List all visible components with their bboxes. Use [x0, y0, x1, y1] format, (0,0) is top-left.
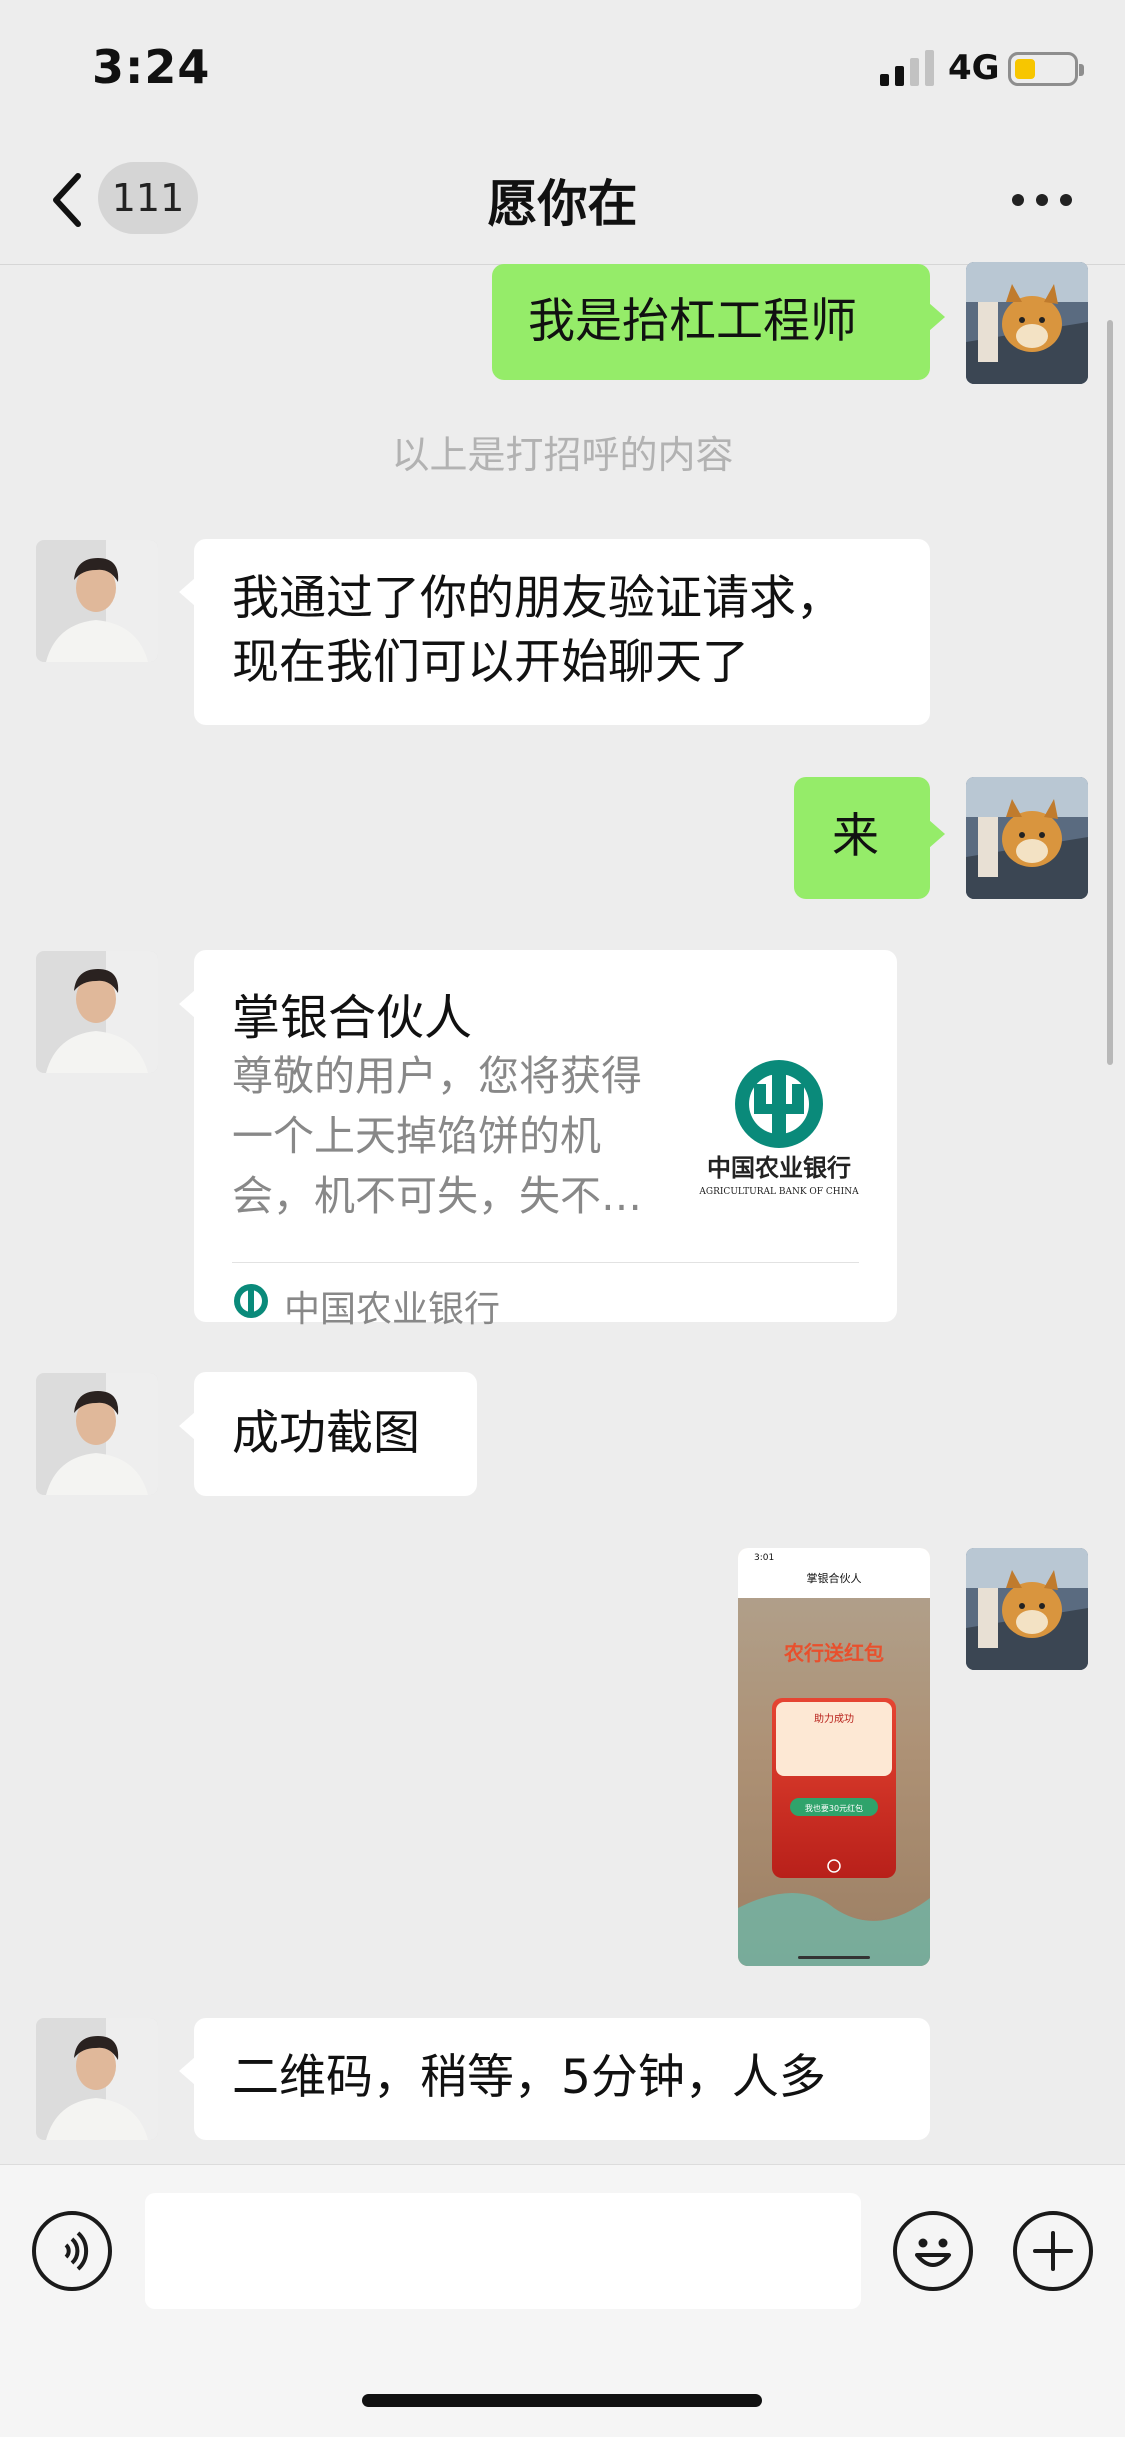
message-bubble[interactable]: 我是抬杠工程师 — [492, 264, 930, 380]
card-desc-line: 一个上天掉馅饼的机 — [232, 1112, 601, 1160]
message-input[interactable] — [145, 2193, 861, 2309]
status-time: 3:24 — [92, 40, 211, 94]
chat-title: 愿你在 — [487, 175, 638, 233]
card-desc-line: 尊敬的用户，您将获得 — [232, 1052, 642, 1100]
contact-photo — [36, 1373, 158, 1495]
contact-photo — [36, 2018, 158, 2140]
more-dots-icon[interactable] — [1012, 194, 1072, 208]
network-type: 4G — [948, 48, 1000, 88]
scrollbar[interactable] — [1107, 320, 1113, 1065]
signal-icon — [880, 50, 934, 86]
divider — [232, 1262, 859, 1263]
card-source: 中国农业银行 — [284, 1289, 501, 1330]
message-text: 来 — [832, 809, 879, 864]
voice-input-icon[interactable] — [32, 2211, 112, 2291]
bank-logo: 中国农业银行 AGRICULTURAL BANK OF CHINA — [694, 1060, 864, 1200]
home-indicator[interactable] — [362, 2394, 762, 2407]
message-text: 成功截图 — [232, 1406, 420, 1461]
dog-photo — [966, 262, 1088, 384]
shot-popup-button: 我也要30元红包 — [805, 1803, 863, 1813]
chat-header: 111 愿你在 — [0, 140, 1125, 265]
link-card[interactable]: 掌银合伙人 尊敬的用户，您将获得 一个上天掉馅饼的机 会，机不可失，失不… 中国… — [194, 950, 897, 1330]
contact-photo — [36, 540, 158, 662]
screenshot-image[interactable]: 3:01 掌银合伙人 农行送红包 助力成功 我也要30元红包 — [738, 1548, 930, 1966]
shot-title: 掌银合伙人 — [807, 1571, 862, 1585]
my-avatar[interactable] — [966, 1548, 1088, 1670]
message-bubble[interactable]: 成功截图 — [194, 1372, 477, 1496]
message-bubble[interactable]: 我通过了你的朋友验证请求， 现在我们可以开始聊天了 — [194, 539, 930, 725]
message-text: 我是抬杠工程师 — [528, 294, 857, 349]
card-desc-line: 会，机不可失，失不… — [232, 1172, 642, 1220]
my-avatar[interactable] — [966, 262, 1088, 384]
shot-banner: 农行送红包 — [783, 1641, 884, 1665]
dog-photo — [966, 777, 1088, 899]
add-plus-icon[interactable] — [1013, 2211, 1093, 2291]
shot-time: 3:01 — [754, 1553, 774, 1563]
message-text-line: 现在我们可以开始聊天了 — [232, 635, 749, 690]
shot-popup-title: 助力成功 — [814, 1712, 854, 1725]
system-notice: 以上是打招呼的内容 — [391, 433, 734, 477]
dog-photo — [966, 1548, 1088, 1670]
message-text-line: 我通过了你的朋友验证请求， — [232, 571, 843, 626]
bank-source-icon — [234, 1284, 268, 1318]
bank-logo-cn: 中国农业银行 — [707, 1153, 851, 1182]
message-text: 二维码，稍等，5分钟，人多 — [232, 2050, 826, 2105]
contact-avatar[interactable] — [36, 1373, 158, 1495]
emoji-icon[interactable] — [893, 2211, 973, 2291]
contact-avatar[interactable] — [36, 2018, 158, 2140]
card-title: 掌银合伙人 — [232, 990, 473, 1046]
battery-icon — [1008, 52, 1084, 86]
my-avatar[interactable] — [966, 777, 1088, 899]
contact-avatar[interactable] — [36, 540, 158, 662]
bank-logo-en: AGRICULTURAL BANK OF CHINA — [698, 1187, 859, 1197]
contact-avatar[interactable] — [36, 951, 158, 1073]
message-bubble[interactable]: 二维码，稍等，5分钟，人多 — [194, 2018, 930, 2140]
message-bubble[interactable]: 来 — [794, 777, 930, 899]
contact-photo — [36, 951, 158, 1073]
card-description: 尊敬的用户，您将获得 一个上天掉馅饼的机 会，机不可失，失不… — [232, 1046, 672, 1226]
status-bar: 3:24 4G — [0, 0, 1125, 140]
